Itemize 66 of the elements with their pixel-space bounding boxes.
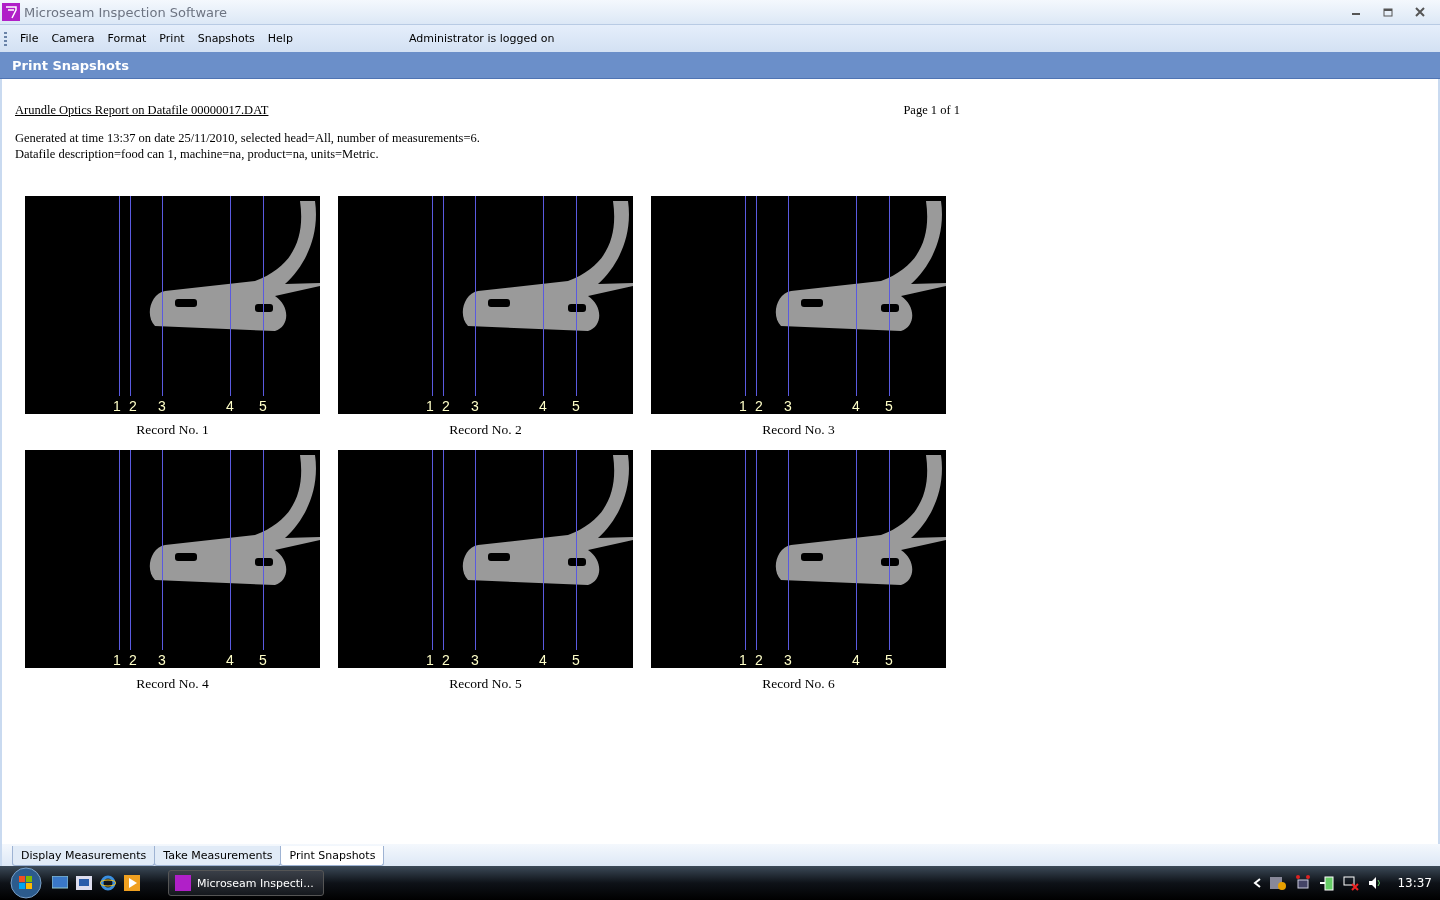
clock: 13:37 (1397, 876, 1432, 890)
marker-number: 2 (755, 652, 763, 668)
marker-number: 1 (739, 398, 747, 414)
marker-number: 2 (129, 652, 137, 668)
marker-number: 5 (259, 398, 267, 414)
tab[interactable]: Take Measurements (154, 846, 282, 866)
report-line: Datafile description=food can 1, machine=na, product=na, units=Metric. (15, 146, 380, 162)
menu-item[interactable]: Format (102, 30, 152, 47)
marker-number: 5 (572, 652, 580, 668)
menu-item[interactable]: Snapshots (192, 30, 260, 47)
tab[interactable]: Display Measurements (12, 846, 156, 866)
marker-number: 4 (226, 398, 234, 414)
report-line: Generated at time 13:37 on date 25/11/2010, selected head=All, number of measurements=6. (15, 130, 481, 146)
restore-icon (1383, 7, 1393, 17)
marker-number: 1 (739, 652, 747, 668)
close-icon (1415, 7, 1425, 17)
chevron-left-icon[interactable] (1253, 878, 1262, 888)
browser-icon[interactable] (100, 875, 116, 891)
desktop-icon[interactable] (52, 876, 68, 890)
record-caption: Record No. 4 (136, 676, 209, 693)
marker-number: 5 (259, 652, 267, 668)
marker-number: 4 (539, 398, 547, 414)
marker-number: 5 (572, 398, 580, 414)
menu-item[interactable]: Help (262, 30, 298, 47)
record-caption: Record No. 5 (449, 676, 522, 693)
record-caption: Record No. 3 (762, 422, 835, 439)
login-status: Administrator is logged on (408, 32, 555, 45)
marker-number: 5 (885, 652, 893, 668)
taskbar-task[interactable]: Microseam Inspecti... (168, 870, 324, 896)
marker-number: 4 (852, 398, 860, 414)
power-plug-icon[interactable] (1319, 875, 1336, 891)
marker-number: 1 (426, 652, 434, 668)
app-icon (2, 3, 20, 21)
marker-number: 2 (755, 398, 763, 414)
menu-item[interactable]: Camera (46, 30, 100, 47)
windows-icon[interactable] (76, 876, 92, 890)
marker-number: 2 (129, 398, 137, 414)
app-icon (175, 875, 191, 891)
marker-number: 3 (158, 398, 166, 414)
record-caption: Record No. 1 (136, 422, 209, 439)
marker-number: 4 (539, 652, 547, 668)
marker-number: 3 (784, 652, 792, 668)
marker-number: 3 (471, 398, 479, 414)
marker-number: 5 (885, 398, 893, 414)
marker-number: 1 (426, 398, 434, 414)
menu-item[interactable]: Print (154, 30, 190, 47)
marker-number: 2 (442, 652, 450, 668)
marker-number: 1 (113, 652, 121, 668)
record-caption: Record No. 2 (449, 422, 522, 439)
page-number: Page 1 of 1 (903, 103, 960, 118)
toolbar-grip[interactable] (4, 31, 7, 46)
marker-number: 3 (784, 398, 792, 414)
network-computer-icon[interactable] (1295, 875, 1312, 891)
window-title: Microseam Inspection Software (24, 4, 229, 20)
marker-number: 3 (471, 652, 479, 668)
tab[interactable]: Print Snapshots (280, 846, 385, 866)
marker-number: 1 (113, 398, 121, 414)
menu-item[interactable]: File (15, 30, 44, 47)
marker-number: 3 (158, 652, 166, 668)
report-heading: Arundle Optics Report on Datafile 00000017.DAT (15, 103, 269, 118)
marker-number: 4 (226, 652, 234, 668)
marker-number: 2 (442, 398, 450, 414)
marker-number: 4 (852, 652, 860, 668)
record-caption: Record No. 6 (762, 676, 835, 693)
panel-title: Print Snapshots (0, 52, 1440, 79)
network-disconnected-icon[interactable] (1343, 875, 1360, 891)
